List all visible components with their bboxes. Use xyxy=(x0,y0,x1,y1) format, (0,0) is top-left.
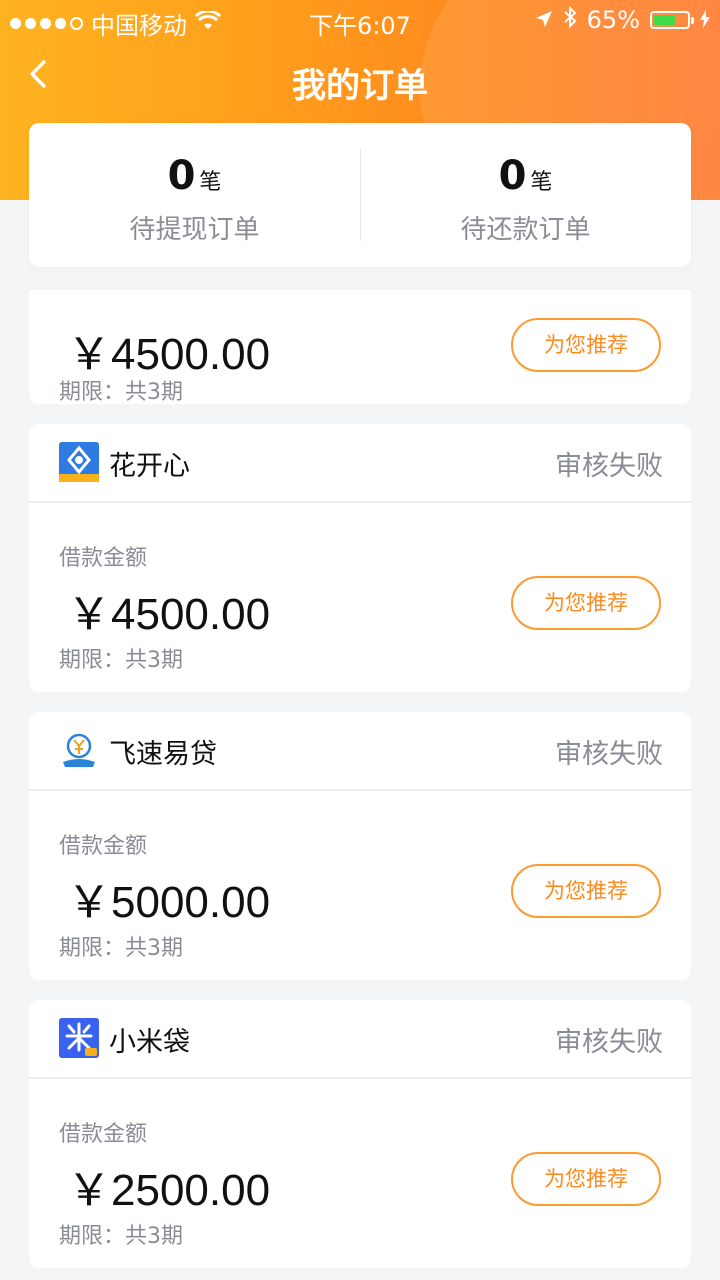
order-amount: ￥5000.00 xyxy=(67,878,271,927)
battery-level xyxy=(654,15,675,25)
location-icon xyxy=(535,6,553,34)
feisuyidai-logo-icon xyxy=(59,730,99,770)
page-title: 我的订单 xyxy=(292,66,428,106)
pending-withdraw-count: 0 xyxy=(167,153,196,199)
recommend-button[interactable]: 为您推荐 xyxy=(511,576,661,630)
pending-withdraw-count-row: 0笔 xyxy=(29,153,360,199)
order-card: 花开心 审核失败 借款金额 ￥4500.00 期限：共3期 为您推荐 xyxy=(29,424,691,692)
order-term: 期限：共3期 xyxy=(59,648,183,673)
pending-withdraw-label: 待提现订单 xyxy=(129,215,260,245)
order-amount: ￥4500.00 xyxy=(67,330,271,379)
recommend-button[interactable]: 为您推荐 xyxy=(511,318,661,372)
order-card-header: 飞速易贷 审核失败 xyxy=(29,712,691,791)
xiaomidai-logo-icon xyxy=(59,1018,99,1058)
pending-repay-summary[interactable]: 0笔 待还款订单 xyxy=(360,123,691,267)
huakaixin-logo-icon xyxy=(59,442,99,482)
order-card: 飞速易贷 审核失败 借款金额 ￥5000.00 期限：共3期 为您推荐 xyxy=(29,712,691,980)
lender-name: 花开心 xyxy=(109,451,190,482)
pending-withdraw-unit: 笔 xyxy=(199,170,222,195)
pending-repay-label: 待还款订单 xyxy=(460,215,591,245)
nav-bar: 我的订单 xyxy=(0,40,720,124)
order-card-header: 小米袋 审核失败 xyxy=(29,1000,691,1079)
status-right: 65% xyxy=(535,5,710,34)
order-list[interactable]: ￥4500.00 期限：共3期 为您推荐 花开心 审核失败 借款金额 ￥4500… xyxy=(0,290,720,1280)
charging-icon xyxy=(700,6,710,34)
order-amount: ￥2500.00 xyxy=(67,1166,271,1215)
order-status: 审核失败 xyxy=(555,1027,663,1058)
order-summary: 0笔 待提现订单 0笔 待还款订单 xyxy=(29,123,691,267)
status-bar: 中国移动 下午6:07 65% xyxy=(0,0,720,40)
order-term: 期限：共3期 xyxy=(59,936,183,961)
bluetooth-icon xyxy=(563,5,577,34)
amount-label: 借款金额 xyxy=(59,834,148,859)
order-card-partial: ￥4500.00 期限：共3期 为您推荐 xyxy=(29,290,691,405)
lender-name: 飞速易贷 xyxy=(109,739,217,770)
pending-repay-unit: 笔 xyxy=(530,170,553,195)
order-card: 小米袋 审核失败 借款金额 ￥2500.00 期限：共3期 为您推荐 xyxy=(29,1000,691,1268)
amount-label: 借款金额 xyxy=(59,546,148,571)
battery-icon xyxy=(650,11,694,29)
order-term: 期限：共3期 xyxy=(59,380,183,405)
pending-repay-count-row: 0笔 xyxy=(360,153,691,199)
pending-withdraw-summary[interactable]: 0笔 待提现订单 xyxy=(29,123,360,267)
recommend-button[interactable]: 为您推荐 xyxy=(511,864,661,918)
order-card-header: 花开心 审核失败 xyxy=(29,424,691,503)
order-amount: ￥4500.00 xyxy=(67,590,271,639)
pending-repay-count: 0 xyxy=(498,153,527,199)
amount-label: 借款金额 xyxy=(59,1122,148,1147)
order-status: 审核失败 xyxy=(555,451,663,482)
lender-name: 小米袋 xyxy=(109,1027,190,1058)
battery-percent: 65% xyxy=(586,6,640,34)
order-term: 期限：共3期 xyxy=(59,1224,183,1249)
recommend-button[interactable]: 为您推荐 xyxy=(511,1152,661,1206)
order-status: 审核失败 xyxy=(555,739,663,770)
